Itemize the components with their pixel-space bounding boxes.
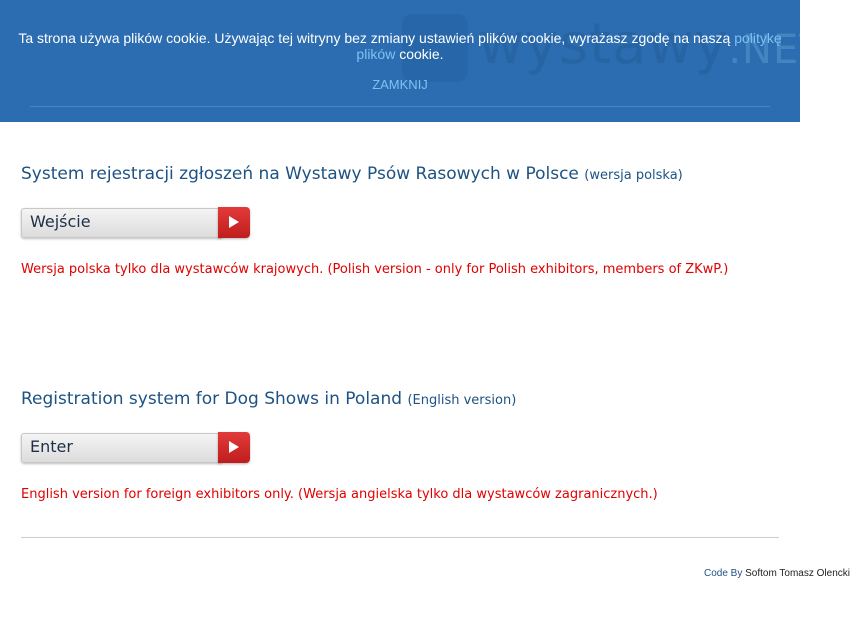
footer-divider [21, 537, 779, 538]
footer-credit: Code By Softom Tomasz Olencki [704, 568, 850, 579]
english-title-text: Registration system for Dog Shows in Pol… [21, 389, 403, 409]
polish-section-title: System rejestracji zgłoszeń na Wystawy P… [21, 164, 683, 184]
polish-enter-button-label: Wejście [30, 212, 91, 231]
polish-title-text: System rejestracji zgłoszeń na Wystawy P… [21, 164, 579, 184]
cookie-message: Ta strona używa plików cookie. Używając … [10, 30, 790, 62]
page: wystawy.NET Ta strona używa plików cooki… [0, 0, 850, 618]
polish-enter-button[interactable]: Wejście [21, 207, 250, 239]
polish-version-label: (wersja polska) [584, 168, 683, 183]
english-enter-button-label: Enter [30, 437, 73, 456]
play-arrow-icon [218, 432, 250, 463]
cookie-text-after: cookie. [395, 46, 444, 62]
english-section-title: Registration system for Dog Shows in Pol… [21, 389, 516, 409]
english-enter-button[interactable]: Enter [21, 432, 250, 464]
cookie-close-button[interactable]: ZAMKNIJ [0, 77, 800, 92]
english-version-label: (English version) [407, 393, 517, 408]
cookie-banner: wystawy.NET Ta strona używa plików cooki… [0, 0, 800, 122]
cookie-text-before: Ta strona używa plików cookie. Używając … [18, 30, 735, 46]
footer-author[interactable]: Softom Tomasz Olencki [745, 568, 850, 579]
footer-code-by: Code By [704, 568, 743, 579]
header-divider [30, 106, 770, 107]
play-arrow-icon [218, 207, 250, 238]
english-note: English version for foreign exhibitors o… [21, 487, 658, 502]
polish-note: Wersja polska tylko dla wystawców krajow… [21, 262, 729, 277]
